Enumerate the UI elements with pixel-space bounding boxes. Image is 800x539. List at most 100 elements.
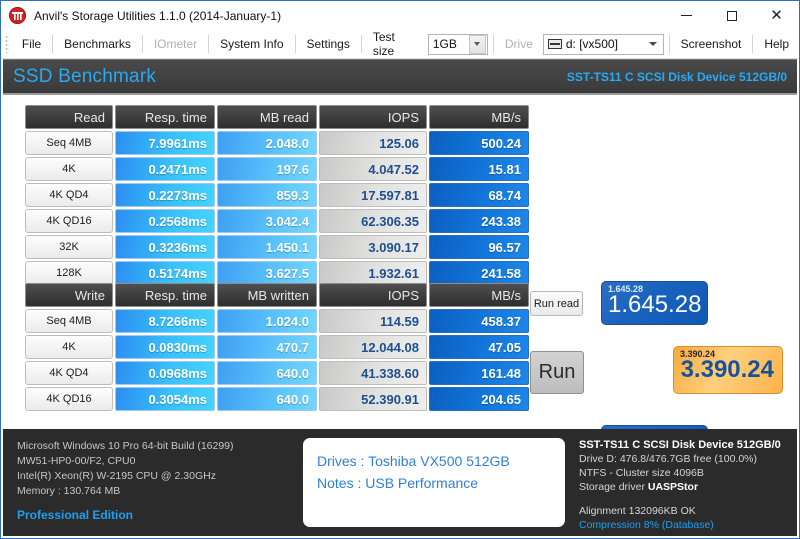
menu-separator — [361, 35, 362, 53]
column-header-mbs: MB/s — [429, 105, 529, 129]
window-controls: ✕ — [664, 1, 799, 30]
menu-separator — [52, 35, 53, 53]
column-header-mbs: MB/s — [429, 283, 529, 307]
main-content: Read Resp. time MB read IOPS MB/s Seq 4M… — [1, 95, 799, 429]
menu-item-settings[interactable]: Settings — [296, 33, 359, 55]
maximize-button[interactable] — [709, 1, 754, 30]
cell-iops: 4.047.52 — [319, 157, 427, 181]
cell-resp-time: 0.0968ms — [115, 361, 215, 385]
banner-device-label: SST-TS11 C SCSI Disk Device 512GB/0 — [567, 70, 787, 84]
drive-icon — [548, 39, 562, 49]
row-label[interactable]: 4K — [25, 335, 113, 359]
bottom-info-panel: Microsoft Windows 10 Pro 64-bit Build (1… — [3, 429, 797, 536]
cell-resp-time: 0.2568ms — [115, 209, 215, 233]
cell-mbs: 47.05 — [429, 335, 529, 359]
row-label[interactable]: 32K — [25, 235, 113, 259]
close-button[interactable]: ✕ — [754, 1, 799, 30]
storage-driver-value: UASPStor — [648, 481, 698, 493]
minimize-icon — [681, 15, 692, 16]
cell-iops: 114.59 — [319, 309, 427, 333]
window-title: Anvil's Storage Utilities 1.1.0 (2014-Ja… — [34, 9, 281, 23]
table-row: 4K QD4 0.0968ms 640.0 41.338.60 161.48 — [25, 361, 529, 385]
menu-separator — [752, 35, 753, 53]
read-results-table: Read Resp. time MB read IOPS MB/s Seq 4M… — [23, 103, 531, 287]
benchmark-banner: SSD Benchmark SST-TS11 C SCSI Disk Devic… — [3, 59, 797, 95]
drive-info-capacity: Drive D: 476.8/476.7GB free (100.0%) — [579, 452, 797, 466]
menu-item-benchmarks[interactable]: Benchmarks — [54, 33, 141, 55]
cell-mb: 1.024.0 — [217, 309, 317, 333]
cell-mbs: 15.81 — [429, 157, 529, 181]
cell-mb: 2.048.0 — [217, 131, 317, 155]
system-info-memory: Memory : 130.764 MB — [17, 484, 303, 499]
menu-item-iometer: IOmeter — [144, 33, 207, 55]
column-header-write: Write — [25, 283, 113, 307]
maximize-icon — [727, 11, 737, 21]
menu-item-file[interactable]: File — [12, 33, 51, 55]
cell-iops: 12.044.08 — [319, 335, 427, 359]
cell-mbs: 204.65 — [429, 387, 529, 411]
total-score-panel: 3.390.24 3.390.24 — [673, 346, 783, 394]
row-label[interactable]: 4K — [25, 157, 113, 181]
column-header-mb-read: MB read — [217, 105, 317, 129]
spacer — [579, 494, 797, 504]
table-row: 4K QD4 0.2273ms 859.3 17.597.81 68.74 — [25, 183, 529, 207]
column-header-read: Read — [25, 105, 113, 129]
cell-resp-time: 0.2273ms — [115, 183, 215, 207]
drive-value: d: [vx500] — [566, 37, 649, 51]
drive-select[interactable]: d: [vx500] — [543, 34, 664, 55]
row-label[interactable]: 4K QD4 — [25, 183, 113, 207]
drive-info-block: SST-TS11 C SCSI Disk Device 512GB/0 Driv… — [565, 429, 797, 536]
edition-label: Professional Edition — [17, 508, 303, 523]
cell-resp-time: 0.0830ms — [115, 335, 215, 359]
notes-box[interactable]: Drives : Toshiba VX500 512GB Notes : USB… — [303, 438, 565, 527]
menu-separator — [295, 35, 296, 53]
drive-info-compression: Compression 8% (Database) — [579, 518, 797, 532]
chevron-down-icon[interactable] — [649, 42, 657, 46]
column-header-resp-time: Resp. time — [115, 105, 215, 129]
cell-iops: 17.597.81 — [319, 183, 427, 207]
table-row: Seq 4MB 8.7266ms 1.024.0 114.59 458.37 — [25, 309, 529, 333]
storage-driver-label: Storage driver — [579, 481, 645, 493]
cell-mb: 470.7 — [217, 335, 317, 359]
menu-bar: File Benchmarks IOmeter System Info Sett… — [1, 30, 799, 59]
row-label[interactable]: 4K QD4 — [25, 361, 113, 385]
drive-info-filesystem: NTFS - Cluster size 4096B — [579, 466, 797, 480]
cell-mbs: 458.37 — [429, 309, 529, 333]
menu-item-help[interactable]: Help — [754, 33, 799, 55]
close-icon: ✕ — [770, 8, 783, 23]
menu-separator — [142, 35, 143, 53]
toolbar-grip[interactable] — [5, 35, 9, 53]
table-header-row: Read Resp. time MB read IOPS MB/s — [25, 105, 529, 129]
table-row: 4K 0.2471ms 197.6 4.047.52 15.81 — [25, 157, 529, 181]
page-title: SSD Benchmark — [13, 66, 156, 88]
chevron-down-icon[interactable] — [469, 35, 486, 54]
row-label[interactable]: 4K QD16 — [25, 387, 113, 411]
cell-mb: 640.0 — [217, 387, 317, 411]
menu-item-screenshot[interactable]: Screenshot — [671, 33, 752, 55]
read-score-value: 1.645.28 — [608, 293, 699, 317]
minimize-button[interactable] — [664, 1, 709, 30]
row-label[interactable]: Seq 4MB — [25, 131, 113, 155]
system-info-board: MW51-HP0-00/F2, CPU0 — [17, 454, 303, 469]
cell-mb: 3.042.4 — [217, 209, 317, 233]
run-button[interactable]: Run — [530, 351, 584, 394]
system-info-os: Microsoft Windows 10 Pro 64-bit Build (1… — [17, 439, 303, 454]
menu-item-system-info[interactable]: System Info — [210, 33, 293, 55]
row-label[interactable]: 4K QD16 — [25, 209, 113, 233]
test-size-select[interactable]: 1GB — [428, 34, 488, 55]
menu-separator — [493, 35, 494, 53]
row-label[interactable]: Seq 4MB — [25, 309, 113, 333]
run-read-button[interactable]: Run read — [530, 291, 583, 316]
system-info-cpu: Intel(R) Xeon(R) W-2195 CPU @ 2.30GHz — [17, 469, 303, 484]
column-header-iops: IOPS — [319, 105, 427, 129]
test-size-label: Test size — [363, 26, 424, 62]
cell-iops: 62.306.35 — [319, 209, 427, 233]
table-row: 4K 0.0830ms 470.7 12.044.08 47.05 — [25, 335, 529, 359]
table-row: 4K QD16 0.2568ms 3.042.4 62.306.35 243.3… — [25, 209, 529, 233]
anvil-icon — [9, 7, 26, 24]
cell-iops: 125.06 — [319, 131, 427, 155]
menu-separator — [669, 35, 670, 53]
drive-info-storage-driver: Storage driver UASPStor — [579, 480, 797, 494]
cell-iops: 41.338.60 — [319, 361, 427, 385]
test-size-value: 1GB — [433, 37, 469, 51]
